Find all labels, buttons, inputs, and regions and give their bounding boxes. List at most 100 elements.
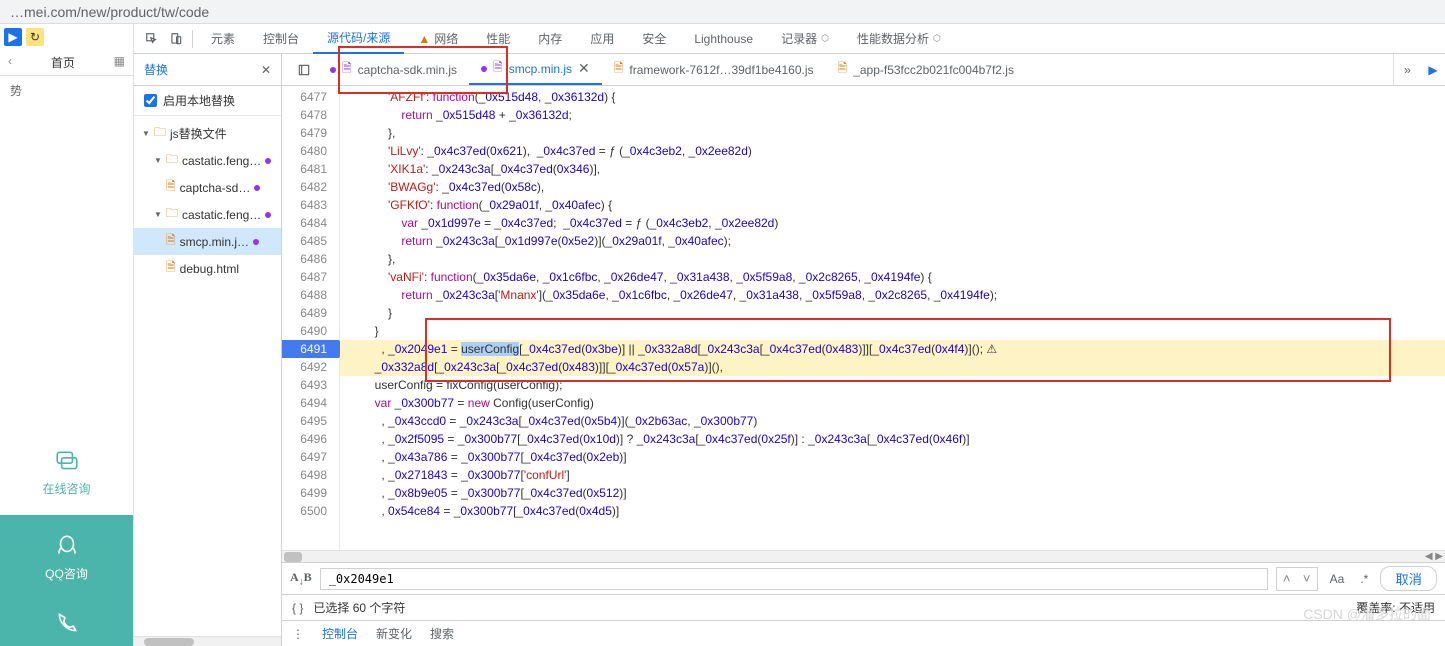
device-icon[interactable] — [164, 27, 188, 51]
code-line[interactable]: userConfig = fixConfig(userConfig); — [340, 376, 1445, 394]
grid-icon[interactable]: ▦ — [114, 54, 125, 71]
code-line[interactable]: }, — [340, 124, 1445, 142]
search-input[interactable] — [320, 568, 1268, 590]
devtools-tab[interactable]: 元素 — [197, 24, 249, 54]
devtools-tab[interactable]: 源代码/来源 — [313, 24, 404, 54]
code-line[interactable]: } — [340, 322, 1445, 340]
line-number[interactable]: 6481 — [282, 160, 339, 178]
phone-button[interactable] — [0, 600, 133, 646]
code-line[interactable]: var _0x300b77 = new Config(userConfig) — [340, 394, 1445, 412]
code-line[interactable]: 'LiLvy': _0x4c37ed(0x621), _0x4c37ed = ƒ… — [340, 142, 1445, 160]
line-number[interactable]: 6477 — [282, 88, 339, 106]
line-number[interactable]: 6479 — [282, 124, 339, 142]
tree-folder[interactable]: ▼🗀js替换文件 — [134, 120, 281, 147]
line-number[interactable]: 6493 — [282, 376, 339, 394]
code-line[interactable]: , _0x2f5095 = _0x300b77[_0x4c37ed(0x10d)… — [340, 430, 1445, 448]
home-label[interactable]: 首页 — [51, 54, 75, 71]
devtools-tab[interactable]: 安全 — [628, 24, 680, 54]
line-gutter[interactable]: 6477647864796480648164826483648464856486… — [282, 86, 340, 550]
file-tab[interactable]: 🗎smcp.min.js✕ — [469, 54, 602, 85]
line-number[interactable]: 6496 — [282, 430, 339, 448]
file-tab[interactable]: 🗎_app-f53fcc2b021fc004b7f2.js — [826, 54, 1026, 85]
code-line[interactable]: }, — [340, 250, 1445, 268]
qq-button[interactable]: QQ咨询 — [0, 515, 133, 600]
drawer-tab[interactable]: 控制台 — [322, 625, 358, 642]
search-next-button[interactable]: ˅ — [1297, 568, 1317, 590]
match-case-toggle[interactable]: Aa — [1326, 572, 1349, 586]
devtools-tab[interactable]: 记录器⬡ — [767, 24, 843, 54]
drawer-tab[interactable]: 搜索 — [430, 625, 454, 642]
line-number[interactable]: 6483 — [282, 196, 339, 214]
regex-toggle[interactable]: .* — [1356, 572, 1372, 586]
file-tab[interactable]: 🗎captcha-sdk.min.js — [318, 54, 469, 85]
code-line[interactable]: , _0x43ccd0 = _0x243c3a[_0x4c37ed(0x5b4)… — [340, 412, 1445, 430]
tree-folder[interactable]: ▼🗀castatic.feng… — [134, 201, 281, 228]
code-line[interactable]: 'GFKfO': function(_0x29a01f, _0x40afec) … — [340, 196, 1445, 214]
devtools-tab[interactable]: 控制台 — [249, 24, 313, 54]
line-number[interactable]: 6498 — [282, 466, 339, 484]
tab-history-icon[interactable] — [290, 54, 318, 85]
devtools-tab[interactable]: 性能数据分析⬡ — [843, 24, 955, 54]
line-number[interactable]: 6489 — [282, 304, 339, 322]
line-number[interactable]: 6478 — [282, 106, 339, 124]
code-line[interactable]: return _0x515d48 + _0x36132d; — [340, 106, 1445, 124]
line-number[interactable]: 6488 — [282, 286, 339, 304]
file-tab[interactable]: 🗎framework-7612f…39df1be4160.js — [602, 54, 826, 85]
line-number[interactable]: 6495 — [282, 412, 339, 430]
code-line[interactable]: , _0x271843 = _0x300b77['confUrl'] — [340, 466, 1445, 484]
line-number[interactable]: 6497 — [282, 448, 339, 466]
code-editor[interactable]: 6477647864796480648164826483648464856486… — [282, 86, 1445, 550]
back-icon[interactable]: ‹ — [8, 54, 12, 71]
code-line[interactable]: , _0x8b9e05 = _0x300b77[_0x4c37ed(0x512)… — [340, 484, 1445, 502]
play-icon[interactable]: ▶ — [4, 28, 22, 46]
cancel-button[interactable]: 取消 — [1380, 566, 1437, 591]
code-line[interactable]: return _0x243c3a['Mnanx'](_0x35da6e, _0x… — [340, 286, 1445, 304]
code-line[interactable]: _0x332a8d[_0x243c3a[_0x4c37ed(0x483)]][_… — [340, 358, 1445, 376]
consult-button[interactable]: 在线咨询 — [0, 430, 133, 515]
code-line[interactable]: return _0x243c3a[_0x1d997e(0x5e2)](_0x29… — [340, 232, 1445, 250]
search-mode-icon[interactable]: A↓B — [290, 570, 312, 587]
resume-icon[interactable]: ▶ — [1421, 54, 1445, 85]
devtools-tab[interactable]: 内存 — [524, 24, 576, 54]
navigator-hscroll[interactable] — [134, 636, 281, 646]
devtools-tab[interactable]: ▲网络 — [404, 24, 472, 54]
devtools-tab[interactable]: Lighthouse — [680, 24, 767, 54]
devtools-tab[interactable]: 性能 — [472, 24, 524, 54]
close-tab-icon[interactable]: ✕ — [578, 60, 590, 77]
line-number[interactable]: 6485 — [282, 232, 339, 250]
line-number[interactable]: 6494 — [282, 394, 339, 412]
code-line[interactable]: , _0x2049e1 = userConfig[_0x4c37ed(0x3be… — [340, 340, 1445, 358]
drawer-tab[interactable]: 新变化 — [376, 625, 412, 642]
code-line[interactable]: 'AFZFf': function(_0x515d48, _0x36132d) … — [340, 88, 1445, 106]
code-line[interactable]: , _0x43a786 = _0x300b77[_0x4c37ed(0x2eb)… — [340, 448, 1445, 466]
code-line[interactable]: 'BWAGg': _0x4c37ed(0x58c), — [340, 178, 1445, 196]
code-line[interactable]: var _0x1d997e = _0x4c37ed; _0x4c37ed = ƒ… — [340, 214, 1445, 232]
code-content[interactable]: 'AFZFf': function(_0x515d48, _0x36132d) … — [340, 86, 1445, 550]
format-icon[interactable]: { } — [292, 601, 303, 615]
tree-file[interactable]: 🗎captcha-sd… — [134, 174, 281, 201]
close-icon[interactable]: ✕ — [261, 63, 271, 77]
code-line[interactable]: , 0x54ce84 = _0x300b77[_0x4c37ed(0x4d5)] — [340, 502, 1445, 520]
devtools-tab[interactable]: 应用 — [576, 24, 628, 54]
inspect-icon[interactable] — [140, 27, 164, 51]
code-line[interactable]: 'vaNFi': function(_0x35da6e, _0x1c6fbc, … — [340, 268, 1445, 286]
tree-folder[interactable]: ▼🗀castatic.feng… — [134, 147, 281, 174]
line-number[interactable]: 6491 — [282, 340, 339, 358]
line-number[interactable]: 6499 — [282, 484, 339, 502]
tree-file[interactable]: 🗎debug.html — [134, 255, 281, 282]
refresh-icon[interactable]: ↻ — [26, 28, 44, 46]
line-number[interactable]: 6487 — [282, 268, 339, 286]
more-tabs-icon[interactable]: » — [1393, 54, 1421, 85]
line-number[interactable]: 6484 — [282, 214, 339, 232]
code-line[interactable]: 'XIK1a': _0x243c3a[_0x4c37ed(0x346)], — [340, 160, 1445, 178]
line-number[interactable]: 6492 — [282, 358, 339, 376]
override-checkbox[interactable] — [144, 94, 157, 107]
editor-hscroll[interactable]: ◀ ▶ — [282, 550, 1445, 562]
drawer-menu-icon[interactable]: ⋮ — [292, 627, 304, 641]
line-number[interactable]: 6486 — [282, 250, 339, 268]
search-prev-button[interactable]: ˄ — [1277, 568, 1297, 590]
line-number[interactable]: 6490 — [282, 322, 339, 340]
line-number[interactable]: 6500 — [282, 502, 339, 520]
line-number[interactable]: 6480 — [282, 142, 339, 160]
code-line[interactable]: } — [340, 304, 1445, 322]
